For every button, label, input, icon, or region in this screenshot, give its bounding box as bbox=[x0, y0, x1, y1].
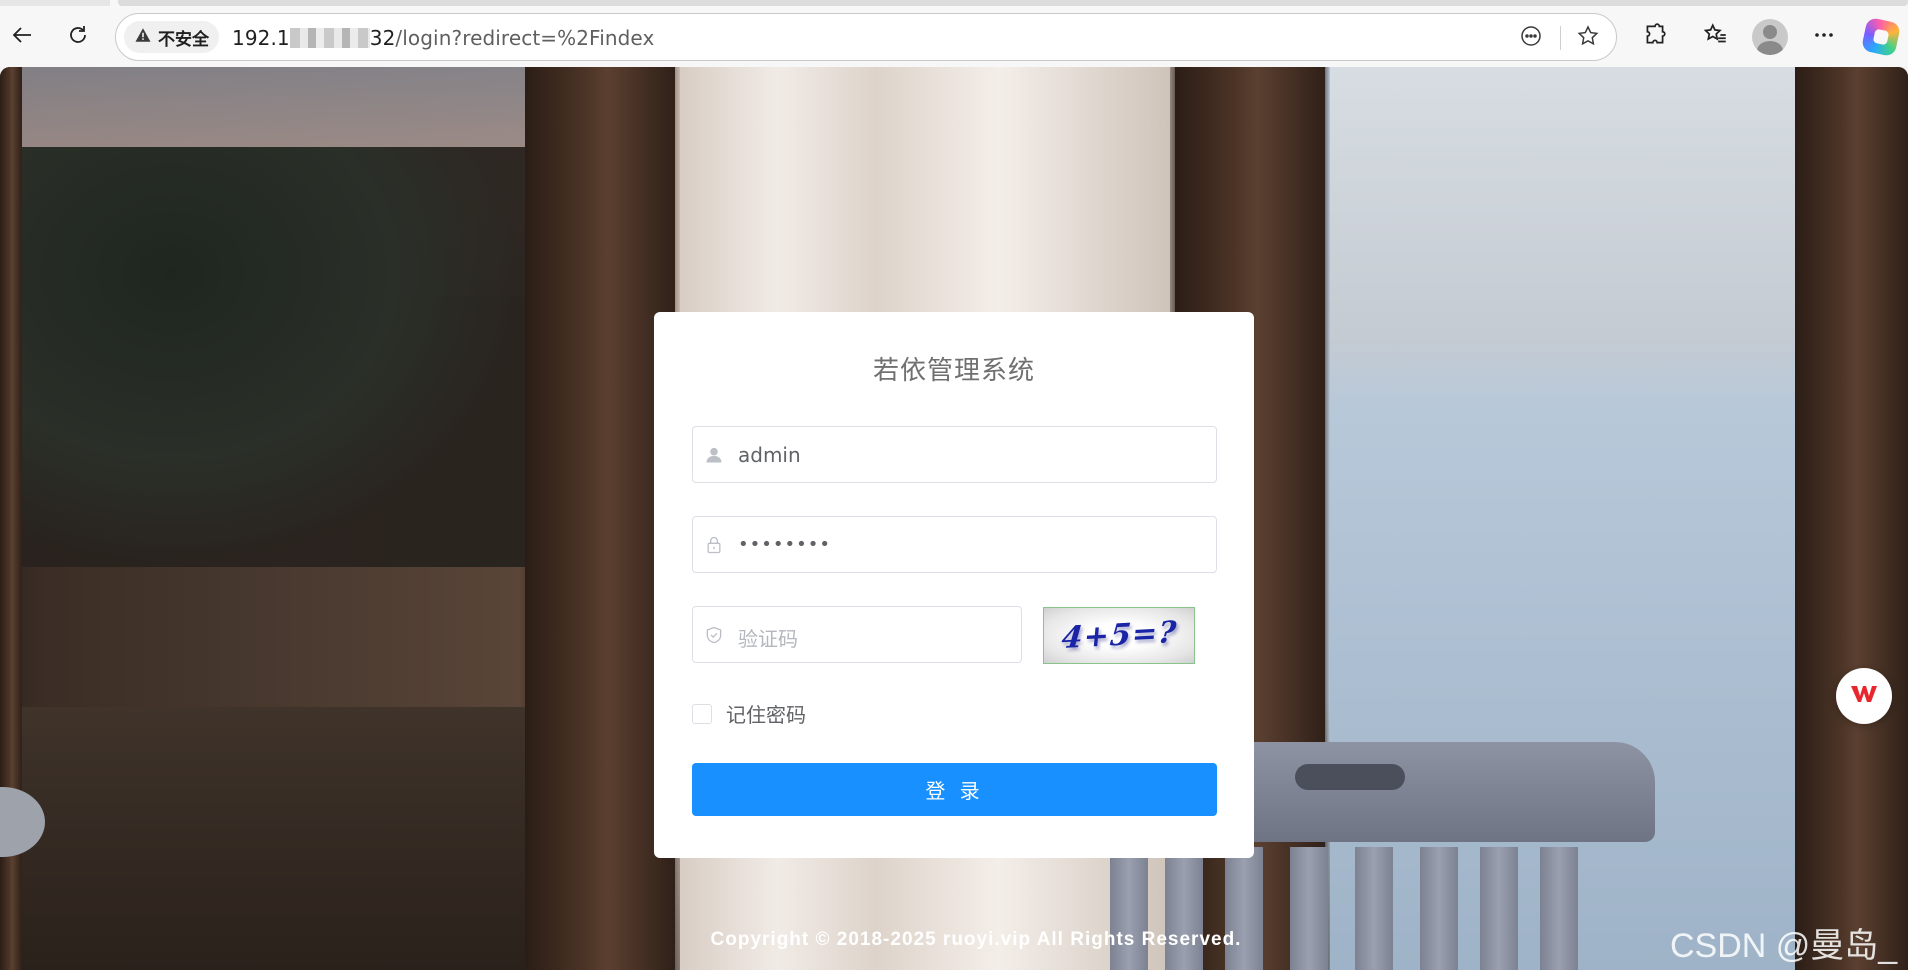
captcha-placeholder: 验证码 bbox=[738, 627, 798, 651]
url-path: /login?redirect=%2Findex bbox=[395, 26, 655, 50]
profile-button[interactable] bbox=[1752, 19, 1788, 55]
extensions-button[interactable] bbox=[1638, 20, 1672, 54]
login-card: 若依管理系统 admin •••••••• 验证码 4+5=? 记住密码 登 录 bbox=[654, 312, 1254, 858]
back-arrow-icon bbox=[11, 23, 35, 51]
chair-slat bbox=[1290, 847, 1328, 970]
remember-password[interactable]: 记住密码 bbox=[692, 699, 806, 728]
chair-slat bbox=[1420, 847, 1458, 970]
ellipsis-icon bbox=[1812, 23, 1836, 51]
watermark-text: CSDN @曼岛_ bbox=[1670, 927, 1898, 965]
username-input[interactable]: admin bbox=[692, 426, 1217, 483]
star-icon bbox=[1576, 24, 1600, 52]
background-trees bbox=[20, 147, 525, 567]
security-label: 不安全 bbox=[158, 29, 209, 50]
login-title: 若依管理系统 bbox=[872, 356, 1035, 386]
captcha-input[interactable]: 验证码 bbox=[692, 606, 1022, 663]
copilot-button[interactable] bbox=[1860, 16, 1902, 58]
favorites-button[interactable] bbox=[1699, 20, 1733, 54]
url-redacted-block bbox=[289, 28, 370, 48]
wps-float-button[interactable] bbox=[1836, 668, 1892, 724]
password-input[interactable]: •••••••• bbox=[692, 516, 1217, 573]
chair-slat bbox=[1110, 847, 1148, 970]
captcha-image[interactable]: 4+5=? bbox=[1043, 607, 1195, 664]
chair-slat bbox=[1225, 847, 1263, 970]
active-tab-edge[interactable] bbox=[118, 0, 1908, 6]
password-value: •••••••• bbox=[738, 534, 831, 555]
more-circle-icon bbox=[1519, 24, 1543, 52]
login-button[interactable]: 登 录 bbox=[692, 763, 1217, 816]
username-value: admin bbox=[738, 443, 801, 467]
chair-slat bbox=[1480, 847, 1518, 970]
security-indicator[interactable]: 不安全 bbox=[124, 21, 219, 53]
chair-handle-hole bbox=[1295, 764, 1405, 790]
user-icon bbox=[703, 444, 725, 466]
add-favorite-button[interactable] bbox=[1574, 24, 1602, 52]
settings-menu-button[interactable] bbox=[1807, 20, 1841, 54]
puzzle-icon bbox=[1642, 22, 1668, 52]
reload-icon bbox=[66, 23, 90, 51]
captcha-text: 4+5=? bbox=[1059, 615, 1179, 656]
copyright-text: Copyright © 2018-2025 ruoyi.vip All Righ… bbox=[710, 929, 1242, 950]
remember-checkbox[interactable] bbox=[692, 703, 712, 724]
address-bar[interactable]: 不安全 192.1 32/login?redirect=%2Findex bbox=[115, 13, 1617, 61]
chair-slat bbox=[1540, 847, 1578, 970]
url-text[interactable]: 192.1 32/login?redirect=%2Findex bbox=[232, 26, 654, 50]
shield-icon bbox=[703, 624, 725, 646]
chair-slat bbox=[1355, 847, 1393, 970]
tab-strip bbox=[0, 0, 110, 6]
back-button[interactable] bbox=[4, 18, 42, 56]
read-aloud-button[interactable] bbox=[1517, 24, 1545, 52]
reload-button[interactable] bbox=[59, 18, 97, 56]
browser-chrome: 不安全 192.1 32/login?redirect=%2Findex bbox=[0, 0, 1908, 67]
background-wood-beam bbox=[1795, 67, 1908, 970]
background-wood-beam bbox=[525, 67, 675, 970]
lock-icon bbox=[703, 534, 725, 556]
address-separator bbox=[1560, 26, 1561, 50]
wps-icon bbox=[1849, 682, 1879, 710]
url-host-suffix: 32 bbox=[369, 26, 396, 50]
chair-slat bbox=[1165, 847, 1203, 970]
warning-triangle-icon bbox=[134, 26, 152, 49]
favorites-icon bbox=[1703, 22, 1729, 52]
remember-label: 记住密码 bbox=[726, 703, 806, 727]
url-host-prefix: 192.1 bbox=[232, 26, 290, 50]
page-viewport: 若依管理系统 admin •••••••• 验证码 4+5=? 记住密码 登 录… bbox=[0, 67, 1908, 970]
